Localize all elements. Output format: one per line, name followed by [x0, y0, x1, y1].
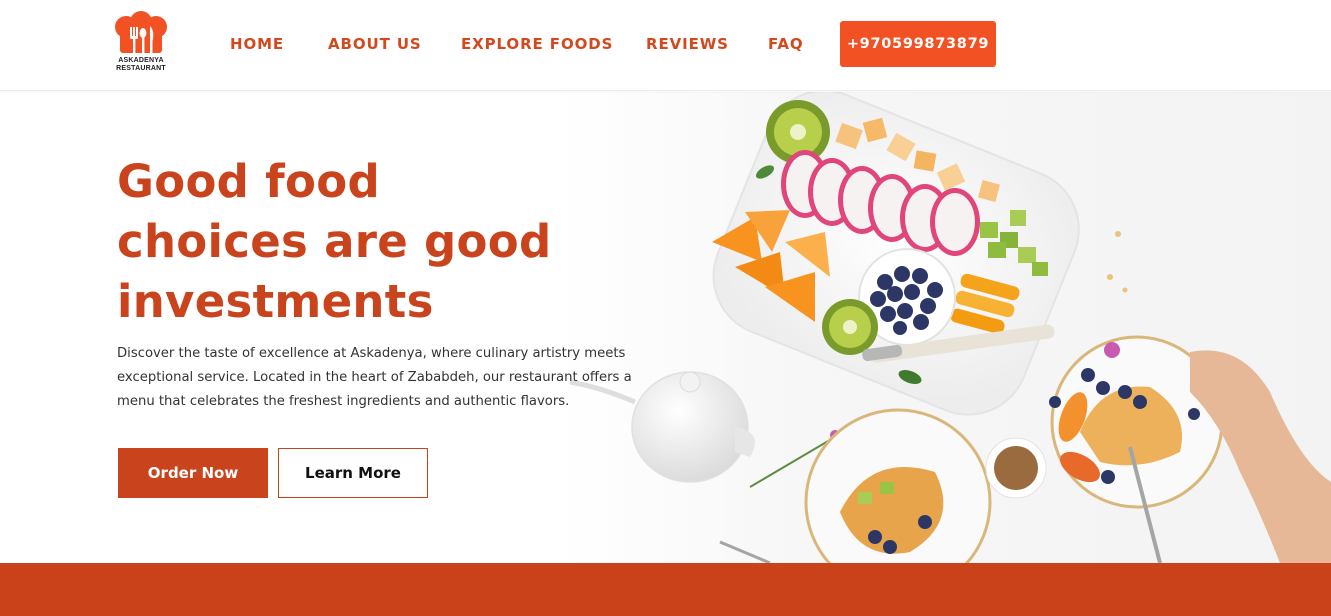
hero-section: Good food choices are good investments D…	[0, 92, 1331, 563]
logo-wordmark: ASKADENYA RESTAURANT	[112, 57, 170, 72]
headline-line-1: Good food	[117, 155, 380, 208]
headline-line-3: investments	[117, 275, 434, 328]
hero-description: Discover the taste of excellence at Aska…	[117, 346, 632, 409]
logo-line-2: RESTAURANT	[116, 64, 166, 72]
hero-headline: Good food choices are good investments	[117, 152, 637, 332]
restaurant-logo[interactable]: ASKADENYA RESTAURANT	[112, 11, 170, 73]
nav-home[interactable]: HOME	[230, 35, 284, 53]
headline-line-2: choices are good	[117, 215, 552, 268]
site-header: ASKADENYA RESTAURANT HOME ABOUT US EXPLO…	[0, 0, 1331, 91]
learn-more-button[interactable]: Learn More	[278, 448, 428, 498]
nav-explore-foods[interactable]: EXPLORE FOODS	[461, 35, 613, 53]
section-divider-band	[0, 563, 1331, 616]
nav-reviews[interactable]: REVIEWS	[646, 35, 729, 53]
order-now-button[interactable]: Order Now	[118, 448, 268, 498]
logo-line-1: ASKADENYA	[118, 57, 164, 64]
nav-about-us[interactable]: ABOUT US	[328, 35, 422, 53]
food-photo-image	[569, 92, 1331, 563]
nav-faq[interactable]: FAQ	[768, 35, 804, 53]
chef-hat-cutlery-icon	[115, 11, 167, 53]
phone-call-button[interactable]: +970599873879	[840, 21, 996, 67]
